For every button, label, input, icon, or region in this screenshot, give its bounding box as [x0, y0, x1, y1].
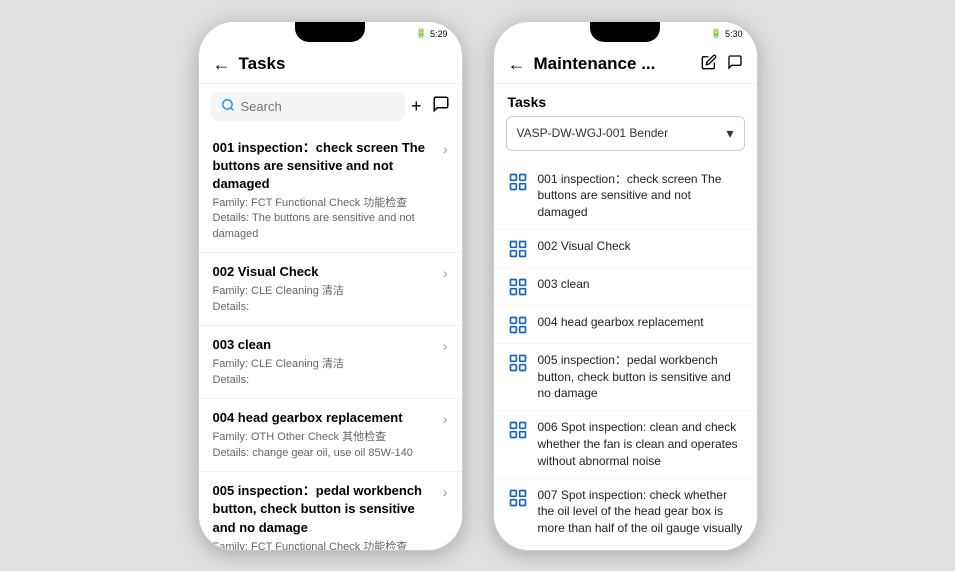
- task-title: 002 Visual Check: [213, 263, 439, 281]
- task-item[interactable]: 005 inspection：pedal workbench button, c…: [199, 472, 462, 549]
- task-chevron-icon: ›: [443, 338, 448, 354]
- task-item[interactable]: 004 head gearbox replacement Family: OTH…: [199, 399, 462, 472]
- check-text: 003 clean: [538, 276, 590, 293]
- check-item[interactable]: 007 Spot inspection: check whether the o…: [494, 479, 757, 546]
- search-bar: +: [199, 84, 462, 129]
- task-chevron-icon: ›: [443, 484, 448, 500]
- check-text: 004 head gearbox replacement: [538, 314, 704, 331]
- task-item[interactable]: 001 inspection：check screen The buttons …: [199, 129, 462, 254]
- phone-right: 🔋 5:30 ← Maintenance ...: [493, 21, 758, 551]
- check-text: 006 Spot inspection: clean and check whe…: [538, 419, 743, 469]
- time-right: 5:30: [725, 29, 743, 39]
- checkbox-icon: [508, 420, 528, 440]
- task-family: Family: CLE Cleaning 清洁: [213, 284, 439, 299]
- status-icons-right: 🔋 5:30: [711, 28, 743, 39]
- task-title: 001 inspection：check screen The buttons …: [213, 139, 439, 194]
- time-left: 5:29: [430, 29, 448, 39]
- dropdown-bar[interactable]: VASP-DW-WGJ-001 Bender ▾: [506, 116, 745, 151]
- search-input[interactable]: [241, 99, 395, 114]
- back-button-right[interactable]: ←: [508, 54, 526, 75]
- task-item[interactable]: 002 Visual Check Family: CLE Cleaning 清洁…: [199, 253, 462, 326]
- checkbox-icon: [508, 172, 528, 192]
- task-family: Family: FCT Functional Check 功能检查: [213, 540, 439, 550]
- phone-right-header: ← Maintenance ...: [494, 46, 757, 84]
- search-input-wrapper[interactable]: [211, 92, 405, 121]
- checkbox-icon: [508, 239, 528, 259]
- notch-right: [590, 22, 660, 42]
- check-text: 005 inspection：pedal workbench button, c…: [538, 352, 743, 402]
- check-text: 007 Spot inspection: check whether the o…: [538, 487, 743, 537]
- back-button-left[interactable]: ←: [213, 54, 231, 75]
- checklist: 001 inspection：check screen The buttons …: [494, 159, 757, 550]
- task-content: 001 inspection：check screen The buttons …: [213, 139, 439, 243]
- search-icon: [221, 98, 235, 115]
- task-content: 004 head gearbox replacement Family: OTH…: [213, 409, 439, 461]
- task-content: 003 clean Family: CLE Cleaning 清洁 Detail…: [213, 336, 439, 388]
- check-text: 001 inspection：check screen The buttons …: [538, 171, 743, 221]
- check-item[interactable]: 004 head gearbox replacement: [494, 306, 757, 344]
- chat-icon-left: [432, 95, 450, 118]
- task-title: 004 head gearbox replacement: [213, 409, 439, 427]
- task-family: Family: FCT Functional Check 功能检查: [213, 196, 439, 211]
- check-item[interactable]: 006 Spot inspection: clean and check whe…: [494, 411, 757, 478]
- phone-left-header: ← Tasks: [199, 46, 462, 84]
- task-family: Family: CLE Cleaning 清洁: [213, 357, 439, 372]
- task-list: 001 inspection：check screen The buttons …: [199, 129, 462, 550]
- check-item[interactable]: 001 inspection：check screen The buttons …: [494, 163, 757, 230]
- task-chevron-icon: ›: [443, 411, 448, 427]
- task-content: 002 Visual Check Family: CLE Cleaning 清洁…: [213, 263, 439, 315]
- battery-icon-right: 🔋: [711, 28, 722, 39]
- checkbox-icon: [508, 277, 528, 297]
- notch-left: [295, 22, 365, 42]
- task-chevron-icon: ›: [443, 141, 448, 157]
- check-item[interactable]: 005 inspection：pedal workbench button, c…: [494, 344, 757, 411]
- header-title-left: Tasks: [239, 54, 448, 74]
- phones-container: 🔋 5:29 ← Tasks +: [198, 21, 758, 551]
- add-task-button[interactable]: +: [411, 96, 422, 117]
- header-icons-right: [701, 54, 743, 75]
- task-details: Details: The buttons are sensitive and n…: [213, 211, 439, 242]
- task-title: 005 inspection：pedal workbench button, c…: [213, 482, 439, 537]
- check-item[interactable]: 003 clean: [494, 268, 757, 306]
- status-icons-left: 🔋 5:29: [416, 28, 448, 39]
- section-label: Tasks: [494, 84, 757, 116]
- checkbox-icon: [508, 488, 528, 508]
- checkbox-icon: [508, 353, 528, 373]
- header-title-right: Maintenance ...: [534, 54, 693, 74]
- check-text: 002 Visual Check: [538, 238, 631, 255]
- check-item[interactable]: 002 Visual Check: [494, 230, 757, 268]
- task-item[interactable]: 003 clean Family: CLE Cleaning 清洁 Detail…: [199, 326, 462, 399]
- dropdown-label: VASP-DW-WGJ-001 Bender: [517, 126, 669, 140]
- edit-icon[interactable]: [701, 54, 717, 75]
- dropdown-chevron-icon: ▾: [726, 125, 733, 142]
- task-details: Details:: [213, 300, 439, 315]
- task-family: Family: OTH Other Check 其他检查: [213, 430, 439, 445]
- task-chevron-icon: ›: [443, 265, 448, 281]
- task-content: 005 inspection：pedal workbench button, c…: [213, 482, 439, 549]
- chat-icon-right[interactable]: [727, 54, 743, 75]
- search-actions: +: [411, 95, 450, 118]
- task-details: Details:: [213, 373, 439, 388]
- checkbox-icon: [508, 315, 528, 335]
- phone-left: 🔋 5:29 ← Tasks +: [198, 21, 463, 551]
- battery-icon: 🔋: [416, 28, 427, 39]
- task-title: 003 clean: [213, 336, 439, 354]
- task-details: Details: change gear oil, use oil 85W-14…: [213, 446, 439, 461]
